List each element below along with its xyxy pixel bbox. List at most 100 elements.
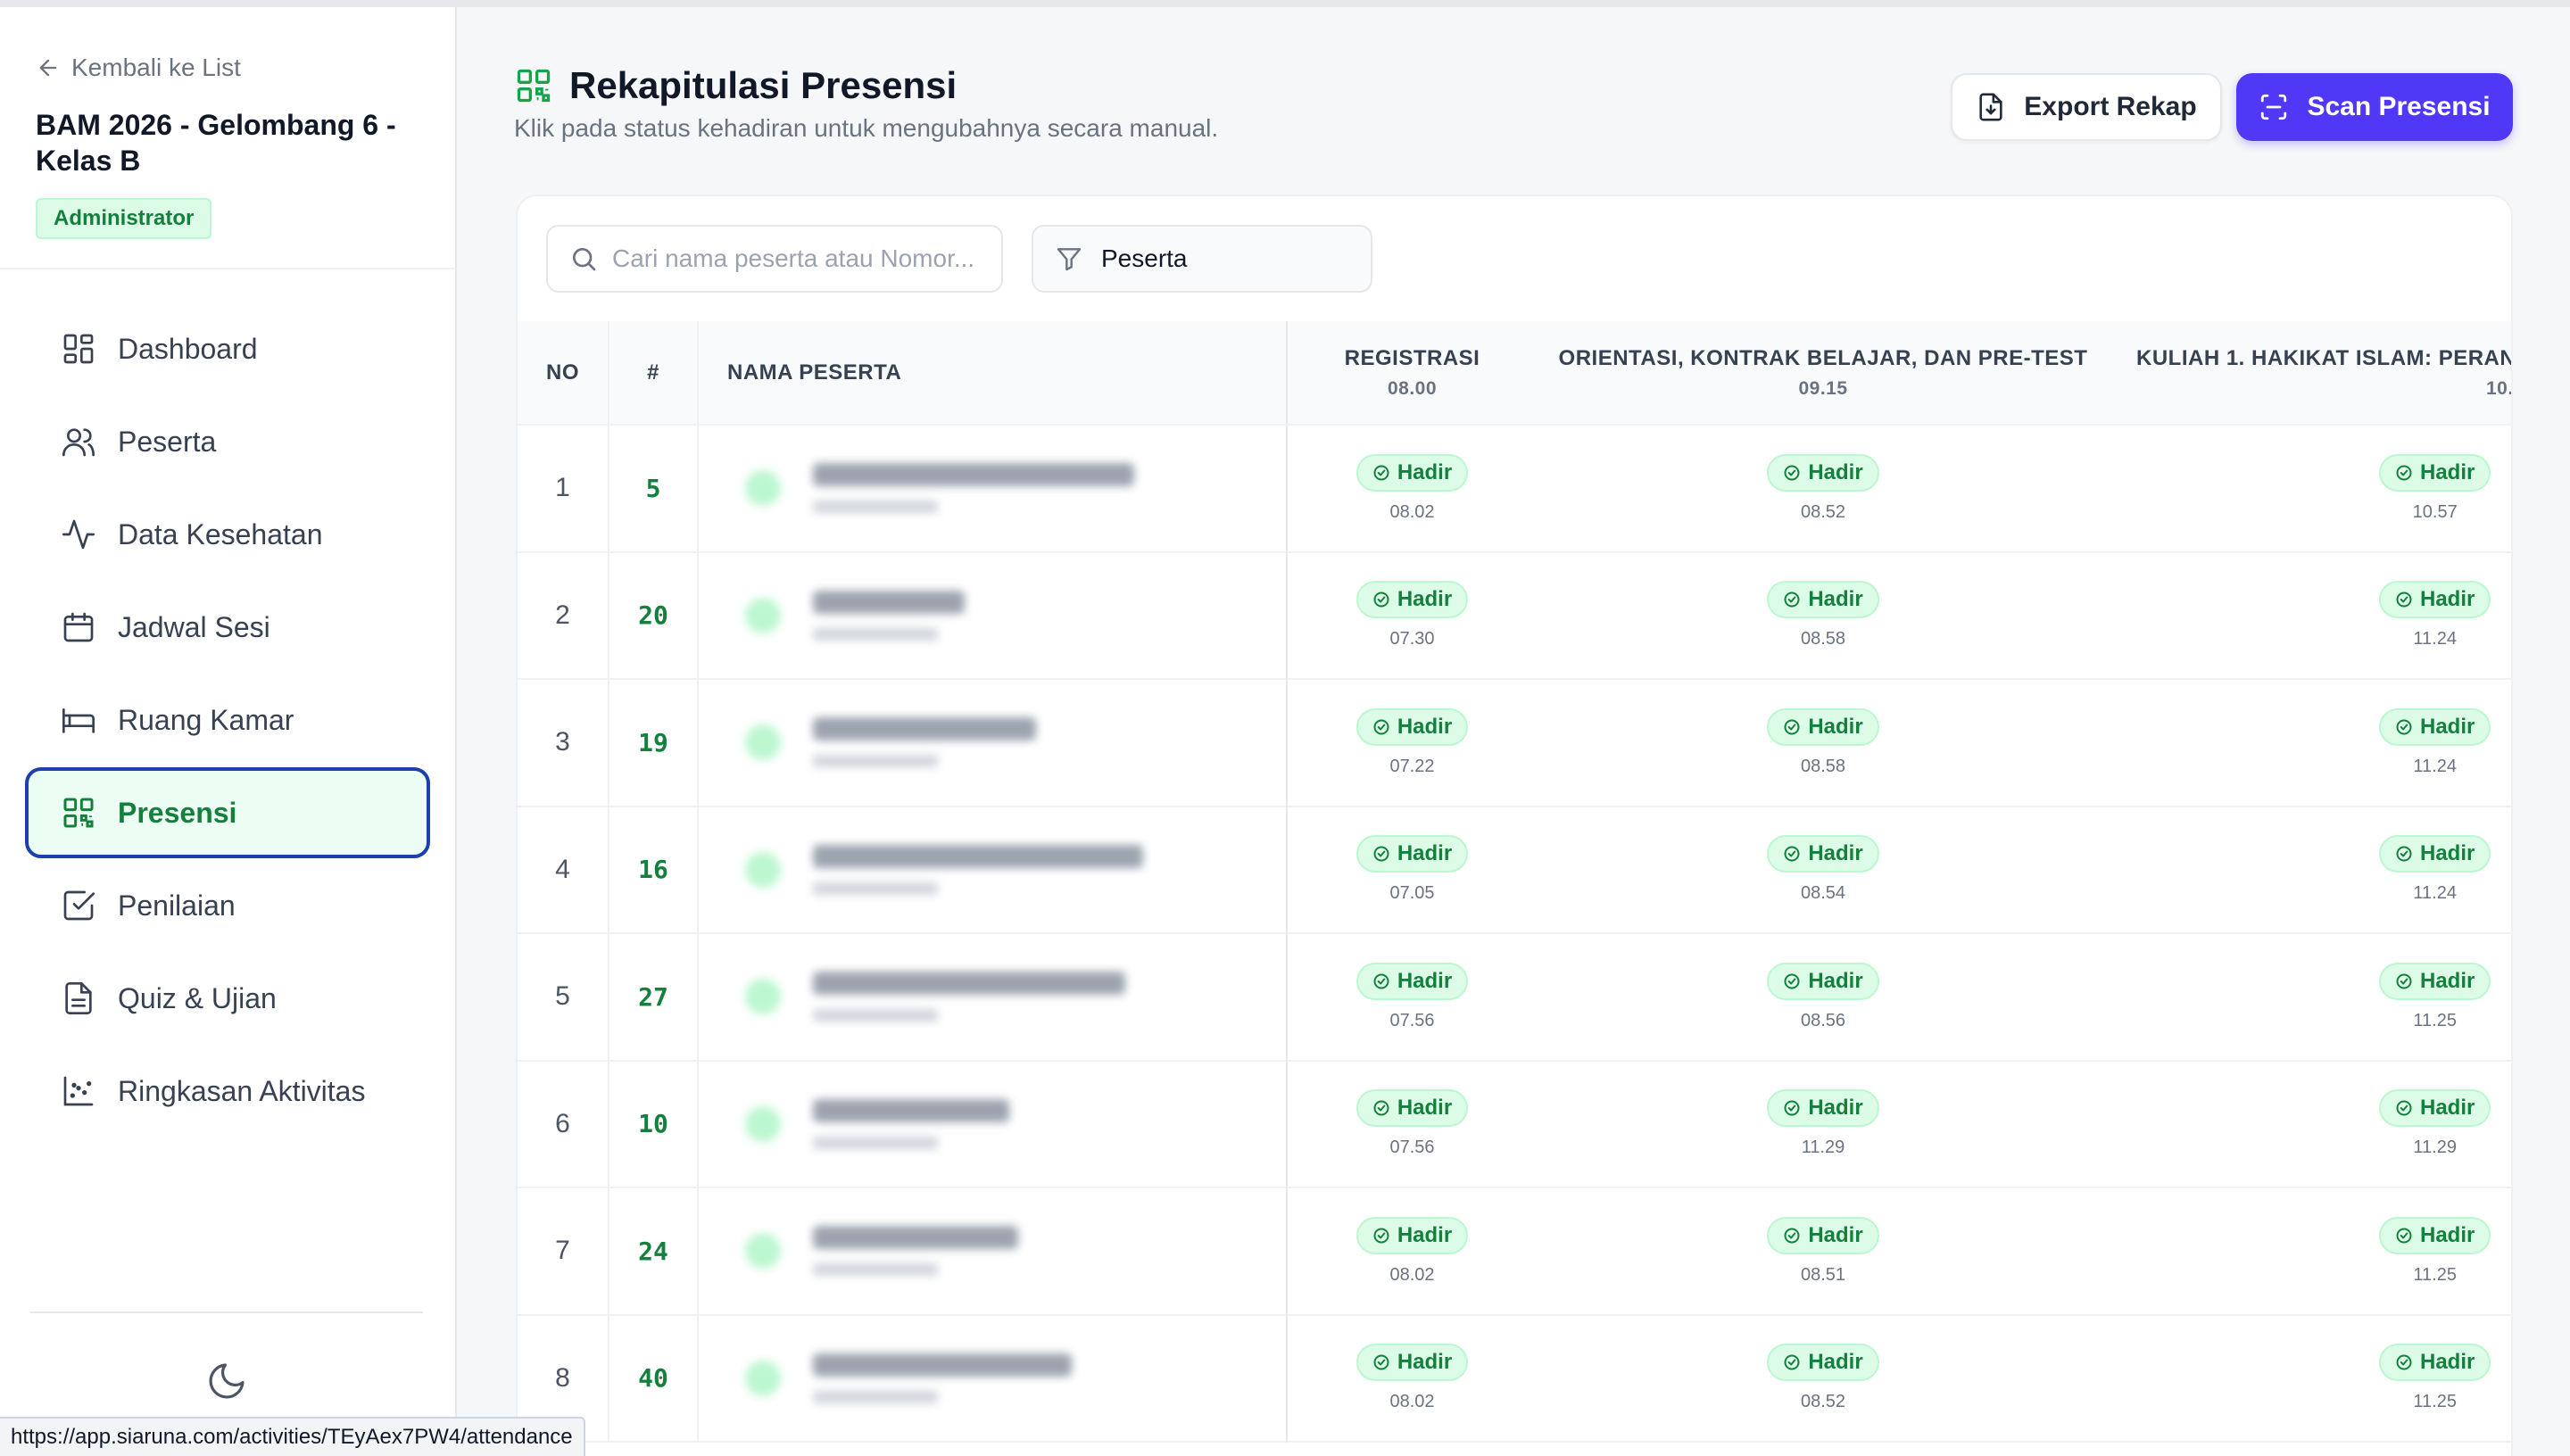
status-hadir-badge[interactable]: Hadir (1355, 581, 1469, 619)
moon-icon[interactable] (205, 1360, 248, 1402)
sidebar-item-label: Data Kesehatan (118, 517, 323, 550)
page-subtitle: Klik pada status kehadiran untuk menguba… (514, 114, 1219, 142)
attendance-cell: Hadir 10.57 (2110, 425, 2511, 552)
back-to-list-link[interactable]: Kembali ke List (36, 46, 241, 89)
status-hadir-badge[interactable]: Hadir (2379, 581, 2491, 619)
status-hadir-badge[interactable]: Hadir (2379, 1216, 2491, 1254)
status-hadir-badge[interactable]: Hadir (1767, 1089, 1879, 1128)
participant-cell (698, 679, 1288, 807)
attendance-table-wrap: NO # NAMA PESERTA REGISTRASI 08.00 ORIENT… (518, 321, 2511, 1443)
status-label: Hadir (2420, 1350, 2475, 1375)
status-hadir-badge[interactable]: Hadir (1767, 581, 1879, 619)
row-number: 19 (609, 679, 699, 807)
status-hadir-badge[interactable]: Hadir (1767, 962, 1879, 1000)
status-hadir-badge[interactable]: Hadir (1767, 707, 1879, 746)
table-row: 3 19 Hadir 07.22 Hadir 08.58 Hadir 11.24 (518, 679, 2511, 807)
status-hadir-badge[interactable]: Hadir (1355, 1344, 1469, 1382)
status-hadir-badge[interactable]: Hadir (1355, 1089, 1469, 1128)
row-no: 7 (518, 1187, 609, 1315)
table-row: 2 20 Hadir 07.30 Hadir 08.58 Hadir 11.24 (518, 551, 2511, 680)
sidebar-item-penilaian[interactable]: Penilaian (25, 860, 430, 951)
arrow-left-icon (39, 59, 57, 77)
checkin-time: 11.25 (2413, 1264, 2457, 1285)
export-rekap-button[interactable]: Export Rekap (1951, 73, 2222, 141)
status-hadir-badge[interactable]: Hadir (1355, 1216, 1469, 1254)
session-title: ORIENTASI, KONTRAK BELAJAR, DAN PRE-TEST (1558, 345, 2088, 370)
row-number: 16 (609, 806, 699, 933)
sidebar-bottom-divider (30, 1311, 423, 1313)
status-hadir-badge[interactable]: Hadir (2379, 835, 2491, 873)
sidebar-item-jadwal-sesi[interactable]: Jadwal Sesi (25, 582, 430, 673)
checkin-time: 11.29 (1801, 1138, 1845, 1158)
attendance-cell: Hadir 11.25 (2110, 933, 2511, 1061)
sidebar-item-label: Dashboard (118, 332, 258, 365)
scan-icon (2261, 94, 2287, 120)
participant-name-redacted (745, 463, 1286, 514)
sidebar-item-dashboard[interactable]: Dashboard (25, 303, 430, 394)
checkbox-icon (63, 890, 95, 921)
filter-select[interactable]: Peserta (1032, 225, 1372, 293)
status-hadir-badge[interactable]: Hadir (1767, 1216, 1879, 1254)
status-hadir-badge[interactable]: Hadir (1767, 453, 1879, 492)
sidebar-item-presensi[interactable]: Presensi (25, 767, 430, 858)
sidebar-item-label: Jadwal Sesi (118, 610, 270, 643)
table-body: 1 5 Hadir 08.02 Hadir 08.52 Hadir 10.57 2 20 Hadir… (518, 425, 2511, 1443)
header-hash: # (609, 321, 699, 426)
attendance-cell: Hadir 11.25 (2110, 1187, 2511, 1315)
checkin-time: 08.58 (1800, 629, 1846, 649)
sidebar-item-quiz-ujian[interactable]: Quiz & Ujian (25, 953, 430, 1044)
participant-cell (698, 425, 1288, 552)
row-number: 5 (609, 425, 699, 552)
attendance-cell: Hadir 08.02 (1287, 1187, 1537, 1315)
participant-name-redacted (745, 972, 1286, 1022)
scan-presensi-button[interactable]: Scan Presensi (2236, 73, 2513, 141)
status-hadir-badge[interactable]: Hadir (1355, 707, 1469, 746)
status-hadir-badge[interactable]: Hadir (2379, 453, 2491, 492)
status-hadir-badge[interactable]: Hadir (1767, 1344, 1879, 1382)
status-hadir-badge[interactable]: Hadir (1355, 453, 1469, 492)
row-number: 27 (609, 933, 699, 1061)
header-session: REGISTRASI 08.00 (1287, 321, 1537, 426)
check-circle-icon (1373, 1100, 1389, 1116)
session-time: 08.00 (1387, 377, 1438, 399)
qr-icon (63, 798, 94, 828)
attendance-cell: Hadir 07.30 (1287, 552, 1537, 680)
status-hadir-badge[interactable]: Hadir (1355, 962, 1469, 1000)
sidebar-item-ringkasan-aktivitas[interactable]: Ringkasan Aktivitas (25, 1046, 430, 1137)
status-label: Hadir (1808, 968, 1863, 993)
users-icon (62, 428, 95, 457)
status-hadir-badge[interactable]: Hadir (2379, 1344, 2491, 1382)
sidebar-item-data-kesehatan[interactable]: Data Kesehatan (25, 489, 430, 580)
check-circle-icon (2396, 1228, 2412, 1244)
attendance-cell: Hadir 11.24 (2110, 807, 2511, 934)
participant-cell (698, 1187, 1288, 1315)
avatar (745, 597, 781, 633)
check-circle-icon (1373, 465, 1389, 481)
sidebar-item-peserta[interactable]: Peserta (25, 396, 430, 487)
row-no: 5 (518, 933, 609, 1061)
status-hadir-badge[interactable]: Hadir (1355, 835, 1469, 873)
status-hadir-badge[interactable]: Hadir (1767, 835, 1879, 873)
avatar (745, 1233, 781, 1270)
status-hadir-badge[interactable]: Hadir (2379, 1089, 2491, 1128)
row-no: 2 (518, 551, 609, 679)
session-time: 09.15 (1798, 377, 1848, 399)
check-circle-icon (1373, 1354, 1389, 1370)
participant-name-redacted (745, 1098, 1286, 1149)
search-input[interactable] (612, 244, 987, 273)
status-label: Hadir (1397, 968, 1453, 993)
search-icon (573, 248, 596, 271)
status-label: Hadir (2420, 841, 2475, 866)
check-circle-icon (2396, 1100, 2412, 1116)
check-circle-icon (2396, 465, 2412, 481)
checkin-time: 08.52 (1800, 501, 1846, 522)
status-hadir-badge[interactable]: Hadir (2379, 962, 2491, 1000)
attendance-cell: Hadir 08.52 (1537, 1315, 2110, 1443)
status-hadir-badge[interactable]: Hadir (2379, 707, 2491, 746)
check-circle-icon (1373, 1228, 1389, 1244)
check-circle-icon (1784, 719, 1800, 735)
sidebar-item-ruang-kamar[interactable]: Ruang Kamar (25, 674, 430, 765)
table-row: 1 5 Hadir 08.02 Hadir 08.52 Hadir 10.57 (518, 425, 2511, 552)
checkin-time: 07.56 (1389, 1138, 1435, 1158)
search-box[interactable] (546, 225, 1003, 293)
